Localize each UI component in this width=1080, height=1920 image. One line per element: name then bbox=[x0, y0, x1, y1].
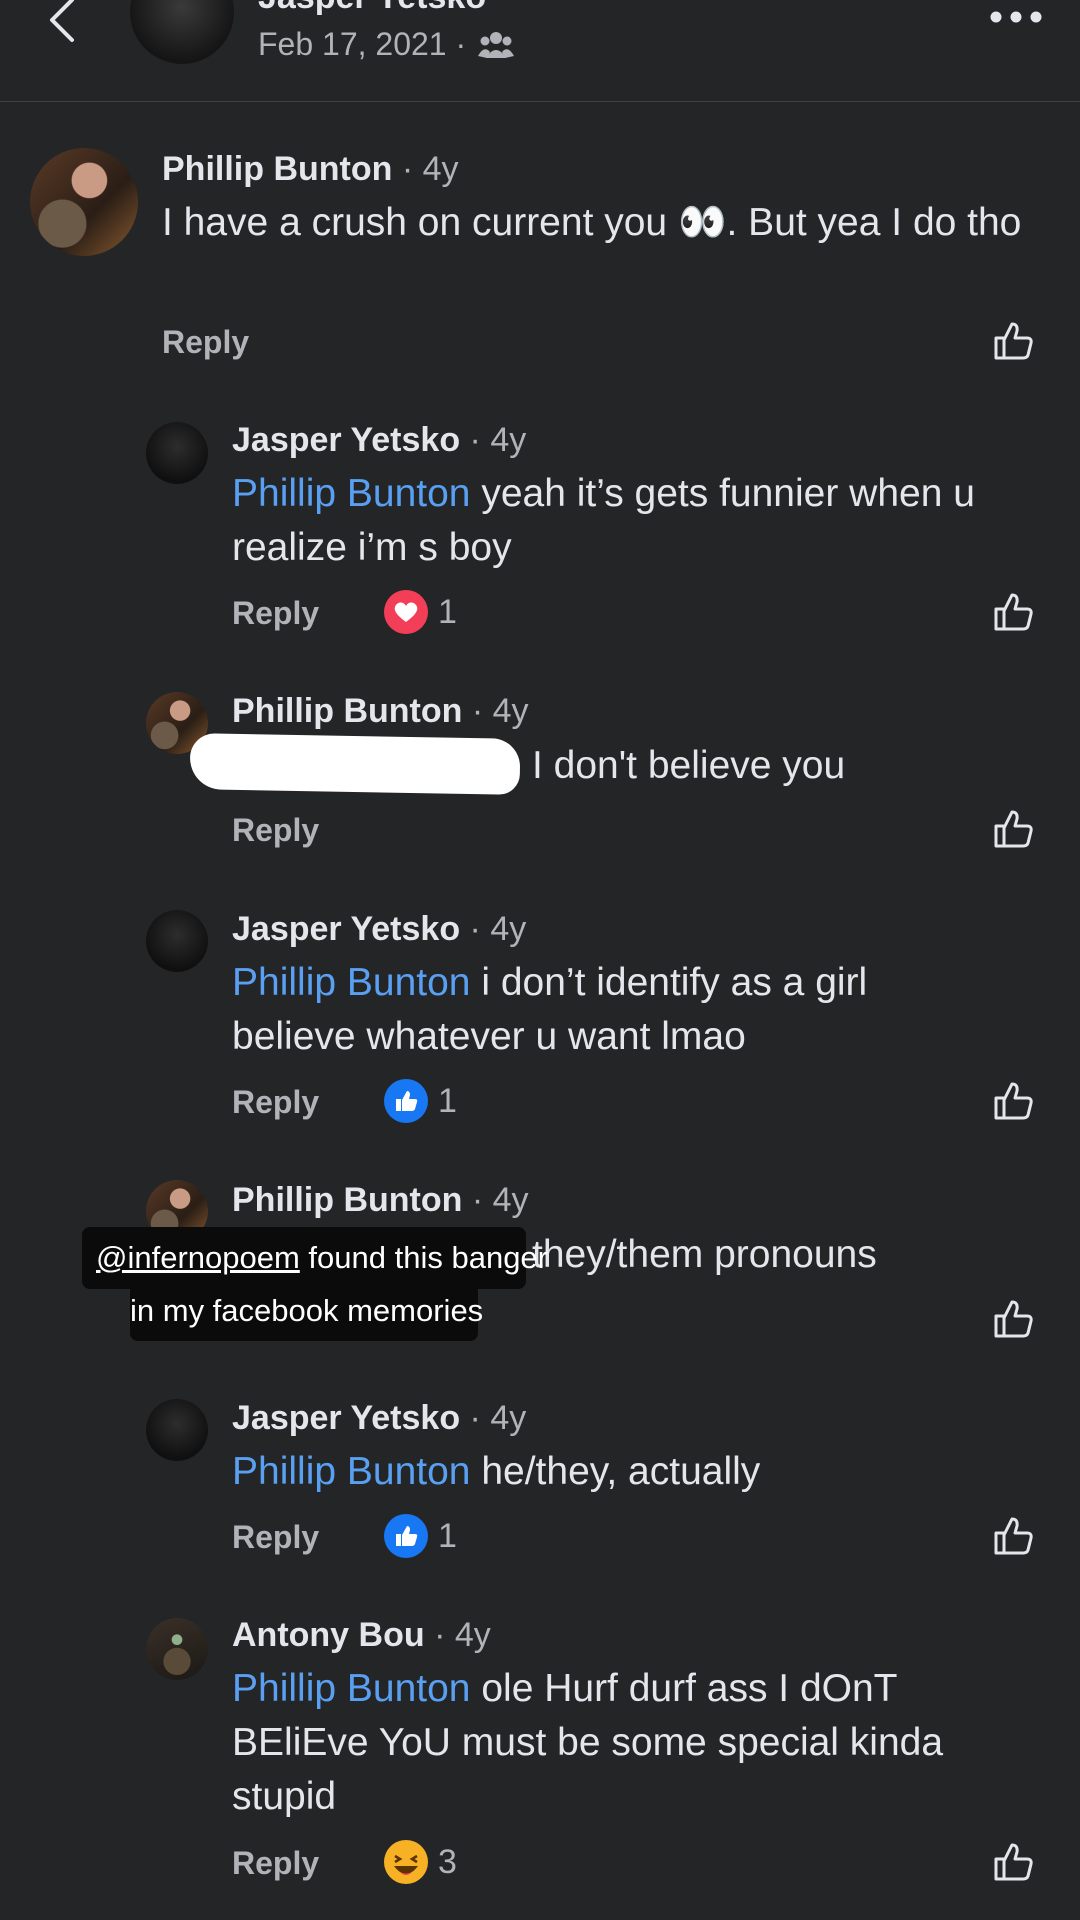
comment-text: I don't believe you bbox=[532, 744, 846, 787]
reaction-summary[interactable]: 1 bbox=[384, 1079, 457, 1123]
comment-time: · 4y bbox=[401, 150, 459, 188]
mention-link[interactable]: Phillip Bunton bbox=[232, 1667, 471, 1710]
comment-author[interactable]: Jasper Yetsko bbox=[232, 1399, 460, 1437]
comment-author[interactable]: Antony Bou bbox=[232, 1616, 425, 1654]
friends-icon bbox=[478, 32, 514, 58]
comment-text: Phillip Bunton i don’t identify as a gir… bbox=[232, 961, 868, 1058]
comment-text: they/them pronouns bbox=[532, 1233, 877, 1276]
thumbs-up-icon[interactable] bbox=[992, 318, 1036, 362]
post-author-name[interactable]: Jasper Yetsko bbox=[258, 0, 486, 17]
post-date: Feb 17, 2021 · bbox=[258, 26, 467, 62]
avatar[interactable] bbox=[146, 1399, 208, 1461]
thumbs-up-icon[interactable] bbox=[992, 1296, 1036, 1340]
redaction-scribble bbox=[189, 733, 521, 795]
avatar[interactable] bbox=[146, 1618, 208, 1680]
reply-button[interactable]: Reply bbox=[162, 324, 249, 361]
reply-button[interactable]: Reply bbox=[232, 812, 319, 849]
comment-author[interactable]: Phillip Bunton bbox=[162, 150, 392, 188]
thumbs-up-icon[interactable] bbox=[992, 806, 1036, 850]
comment-text: Phillip Bunton ole Hurf durf ass I dOnT … bbox=[232, 1667, 944, 1818]
like-reaction-icon bbox=[384, 1079, 428, 1123]
reaction-count: 1 bbox=[438, 1081, 457, 1120]
mention-link[interactable]: Phillip Bunton bbox=[232, 961, 471, 1004]
comment-text: Phillip Bunton he/they, actually bbox=[232, 1450, 761, 1493]
reaction-summary[interactable]: 1 bbox=[384, 590, 457, 634]
more-dots-icon[interactable] bbox=[988, 2, 1044, 32]
comment-author[interactable]: Jasper Yetsko bbox=[232, 910, 460, 948]
post-header: Jasper Yetsko Feb 17, 2021 · bbox=[0, 0, 1080, 102]
comment-time: · 4y bbox=[471, 692, 529, 730]
avatar[interactable] bbox=[30, 148, 138, 256]
mention-handle[interactable]: @infernopoem bbox=[96, 1240, 300, 1275]
like-reaction-icon bbox=[384, 1514, 428, 1558]
thumbs-up-icon[interactable] bbox=[992, 1513, 1036, 1557]
reaction-count: 1 bbox=[438, 592, 457, 631]
avatar[interactable] bbox=[146, 910, 208, 972]
comment-text: I have a crush on current you 👀. But yea… bbox=[162, 201, 1022, 244]
post-author-avatar[interactable] bbox=[130, 0, 234, 64]
comment-time: · 4y bbox=[469, 421, 527, 459]
reply-button[interactable]: Reply bbox=[232, 595, 319, 632]
comment-time: · 4y bbox=[471, 1181, 529, 1219]
reply-button[interactable]: Reply bbox=[232, 1084, 319, 1121]
reply-button[interactable]: Reply bbox=[232, 1845, 319, 1882]
comment-author[interactable]: Jasper Yetsko bbox=[232, 421, 460, 459]
chevron-left-icon[interactable] bbox=[44, 0, 84, 44]
reaction-count: 3 bbox=[438, 1842, 457, 1881]
thumbs-up-icon[interactable] bbox=[992, 1078, 1036, 1122]
reply-button[interactable]: Reply bbox=[232, 1519, 319, 1556]
mention-link[interactable]: Phillip Bunton bbox=[232, 472, 471, 515]
avatar[interactable] bbox=[146, 422, 208, 484]
comment-author[interactable]: Phillip Bunton bbox=[232, 692, 462, 730]
thumbs-up-icon[interactable] bbox=[992, 1839, 1036, 1883]
reaction-count: 1 bbox=[438, 1516, 457, 1555]
reaction-summary[interactable]: 1 bbox=[384, 1514, 457, 1558]
comment-text: Phillip Bunton yeah it’s gets funnier wh… bbox=[232, 472, 975, 569]
thumbs-up-icon[interactable] bbox=[992, 589, 1036, 633]
reaction-summary[interactable]: 3 bbox=[384, 1840, 457, 1884]
comment-time: · 4y bbox=[434, 1616, 491, 1654]
mention-link[interactable]: Phillip Bunton bbox=[232, 1450, 471, 1493]
comment-author[interactable]: Phillip Bunton bbox=[232, 1181, 462, 1219]
comment-time: · 4y bbox=[469, 910, 527, 948]
heart-reaction-icon bbox=[384, 590, 428, 634]
comment-time: · 4y bbox=[469, 1399, 527, 1437]
haha-reaction-icon bbox=[384, 1840, 428, 1884]
